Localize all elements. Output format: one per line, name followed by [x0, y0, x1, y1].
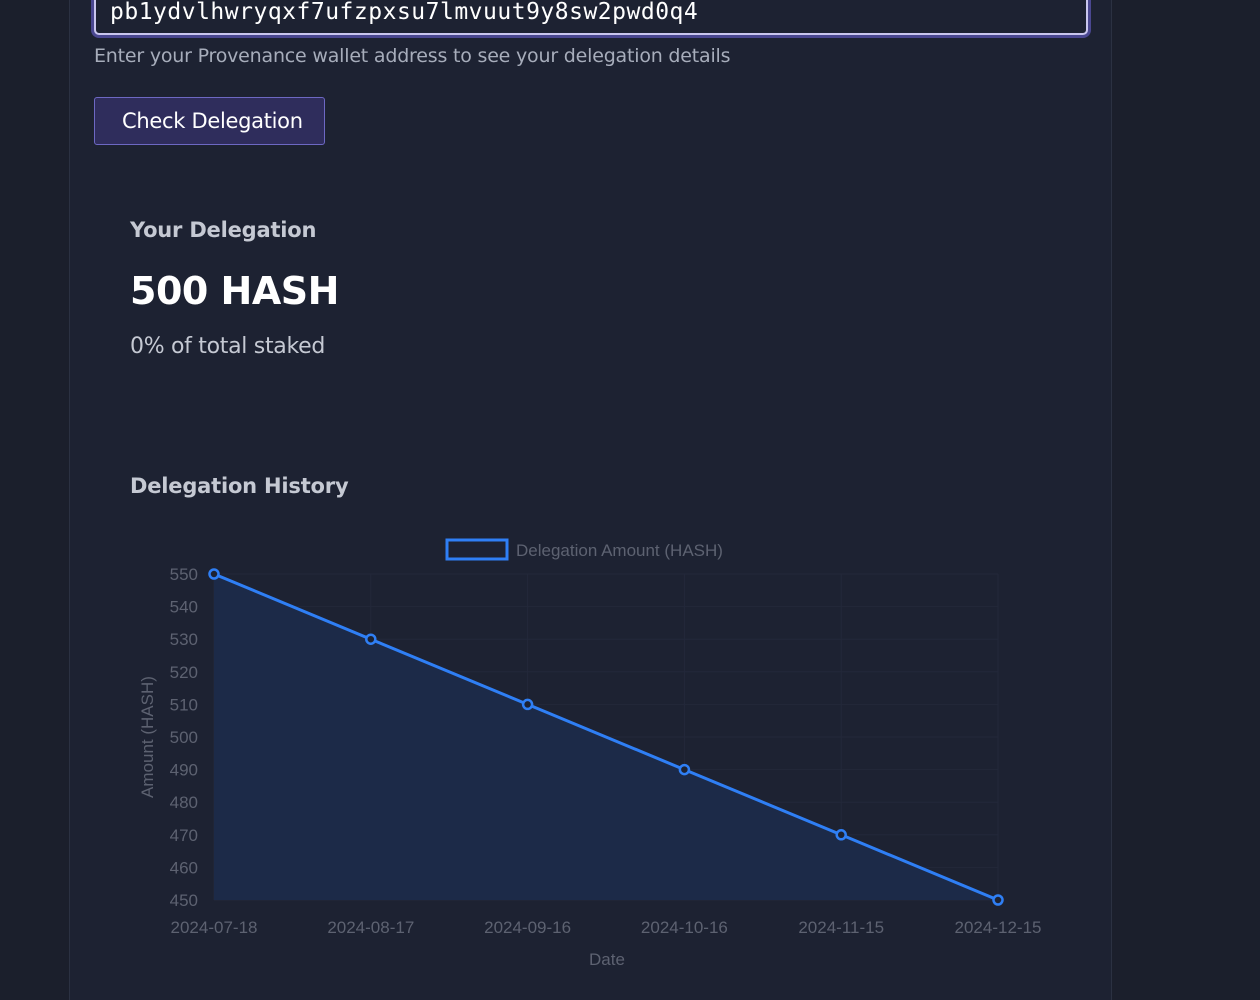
- y-tick-label: 460: [170, 858, 198, 877]
- x-tick-label: 2024-08-17: [327, 918, 414, 937]
- legend-label: Delegation Amount (HASH): [516, 541, 723, 560]
- data-point[interactable]: [208, 568, 220, 580]
- data-point[interactable]: [992, 894, 1004, 906]
- legend-swatch: [445, 538, 509, 561]
- data-point[interactable]: [678, 763, 691, 776]
- data-point[interactable]: [521, 698, 534, 711]
- y-tick-label: 500: [170, 728, 198, 747]
- chart-x-ticks: 2024-07-18 2024-08-17 2024-09-16 2024-10-16…: [171, 918, 1042, 937]
- y-tick-label: 480: [170, 793, 198, 812]
- chart-y-axis-label: Amount (HASH): [138, 676, 157, 798]
- y-tick-label: 520: [170, 663, 198, 682]
- x-tick-label: 2024-10-16: [641, 918, 728, 937]
- x-tick-label: 2024-12-15: [955, 918, 1042, 937]
- y-tick-label: 550: [170, 565, 198, 584]
- y-tick-label: 540: [170, 598, 198, 617]
- y-tick-label: 510: [170, 695, 198, 714]
- chart-legend[interactable]: Delegation Amount (HASH): [445, 538, 723, 561]
- x-tick-label: 2024-09-16: [484, 918, 571, 937]
- x-tick-label: 2024-11-15: [798, 918, 884, 937]
- y-tick-label: 490: [170, 761, 198, 780]
- x-tick-label: 2024-07-18: [171, 918, 258, 937]
- chart-y-ticks: 550 540 530 520 510 500 490 480 470 460 450: [170, 565, 198, 910]
- y-tick-label: 530: [170, 630, 198, 649]
- y-tick-label: 450: [170, 891, 198, 910]
- data-point[interactable]: [365, 633, 377, 645]
- data-point[interactable]: [835, 829, 847, 841]
- delegation-history-chart: 550 540 530 520 510 500 490 480 470 460 450 2024-0…: [138, 538, 1042, 969]
- chart-x-axis-label: Date: [589, 950, 625, 969]
- y-tick-label: 470: [170, 826, 198, 845]
